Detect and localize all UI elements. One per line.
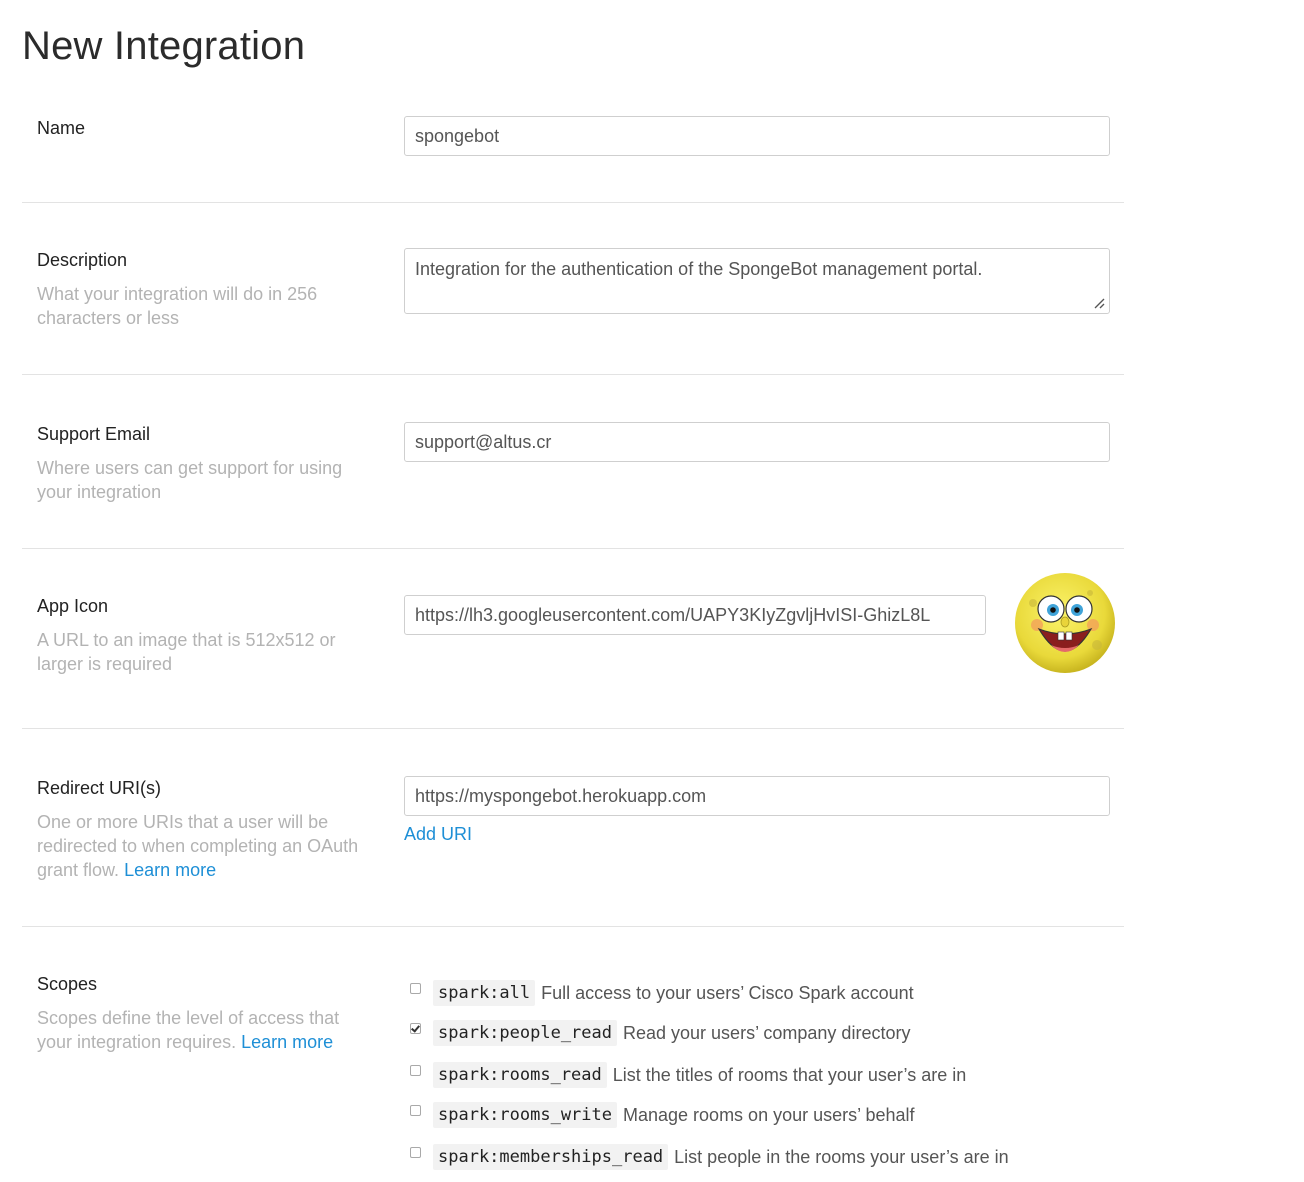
redirect-uris-learn-more-link[interactable]: Learn more	[124, 860, 216, 880]
scopes-learn-more-link[interactable]: Learn more	[241, 1032, 333, 1052]
scope-code: spark:all	[433, 980, 536, 1006]
scopes-label: Scopes	[37, 974, 98, 994]
scope-description: Manage rooms on your users’ behalf	[623, 1104, 915, 1125]
description-help: What your integration will do in 256 cha…	[37, 284, 318, 328]
scope-item-spark-rooms-read: spark:rooms_read List the titles of room…	[410, 1060, 966, 1090]
support-email-help: Where users can get support for using yo…	[37, 458, 343, 502]
scope-checkbox-spark-people-read[interactable]	[410, 1022, 421, 1034]
name-label: Name	[37, 118, 86, 138]
scope-checkbox-spark-memberships-read[interactable]	[410, 1146, 421, 1158]
scope-code: spark:rooms_read	[433, 1062, 607, 1088]
description-value: Integration for the authentication of th…	[415, 259, 983, 279]
description-label: Description	[37, 250, 128, 270]
scope-item-spark-rooms-write: spark:rooms_write Manage rooms on your u…	[410, 1100, 915, 1130]
support-email-label: Support Email	[37, 424, 151, 444]
app-icon-url-input[interactable]: https://lh3.googleusercontent.com/UAPY3K…	[404, 595, 986, 635]
divider	[22, 374, 1124, 375]
scope-checkbox-spark-rooms-read[interactable]	[410, 1064, 421, 1076]
scope-description: Full access to your users’ Cisco Spark a…	[541, 982, 914, 1003]
divider	[22, 926, 1124, 927]
new-integration-page: New Integration Name spongebot Descripti…	[0, 0, 1304, 1182]
scope-item-spark-memberships-read: spark:memberships_read List people in th…	[410, 1142, 1009, 1172]
scope-checkbox-spark-rooms-write[interactable]	[410, 1104, 421, 1116]
add-uri-link[interactable]: Add URI	[404, 824, 472, 845]
redirect-uris-help: One or more URIs that a user will be red…	[37, 810, 367, 882]
support-email-input[interactable]: support@altus.cr	[404, 422, 1110, 462]
resize-handle-icon[interactable]	[1093, 297, 1105, 309]
redirect-uri-input[interactable]: https://myspongebot.herokuapp.com	[404, 776, 1110, 816]
divider	[22, 548, 1124, 549]
app-icon-help: A URL to an image that is 512x512 or lar…	[37, 630, 336, 674]
scope-code: spark:memberships_read	[433, 1144, 669, 1170]
scope-code: spark:rooms_write	[433, 1102, 617, 1128]
page-title: New Integration	[22, 24, 306, 68]
scope-description: List the titles of rooms that your user’…	[612, 1064, 967, 1085]
scope-item-spark-people-read: spark:people_read Read your users’ compa…	[410, 1018, 910, 1048]
scope-description: List people in the rooms your user’s are…	[674, 1146, 1009, 1167]
divider	[22, 202, 1124, 203]
redirect-uris-label: Redirect URI(s)	[37, 778, 162, 798]
scope-description: Read your users’ company directory	[623, 1022, 911, 1043]
scope-checkbox-spark-all[interactable]	[410, 982, 421, 994]
name-input[interactable]: spongebot	[404, 116, 1110, 156]
app-icon-label: App Icon	[37, 596, 109, 616]
scope-code: spark:people_read	[433, 1020, 617, 1046]
divider	[22, 728, 1124, 729]
scopes-help: Scopes define the level of access that y…	[37, 1006, 367, 1054]
scope-item-spark-all: spark:all Full access to your users’ Cis…	[410, 978, 914, 1008]
spongebob-face-icon	[1015, 573, 1115, 673]
description-textarea[interactable]: Integration for the authentication of th…	[404, 248, 1110, 314]
